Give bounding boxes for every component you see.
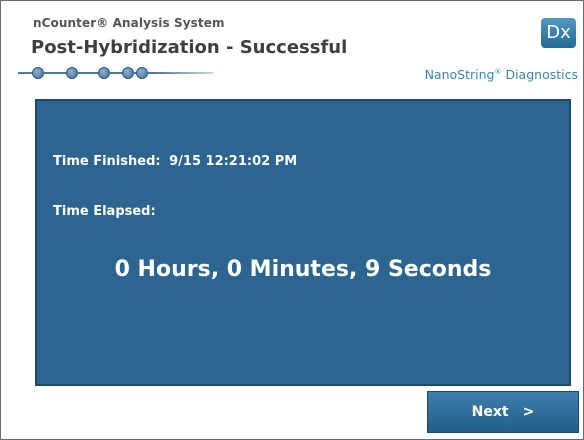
progress-indicator [18,64,213,82]
dx-logo: Dx [541,18,576,48]
page-title: Post-Hybridization - Successful [31,37,348,58]
brand-name: NanoString® Diagnostics [425,67,578,82]
progress-step-3 [98,67,110,79]
system-name: nCounter® Analysis System [33,16,225,30]
next-button-label: Next [471,404,509,420]
app-frame: nCounter® Analysis System Post-Hybridiza… [0,0,584,440]
time-elapsed-value: 0 Hours, 0 Minutes, 9 Seconds [114,257,492,282]
next-button[interactable]: Next > [427,391,579,433]
time-finished-value: 9/15 12:21:02 PM [169,154,298,169]
progress-step-2 [66,67,78,79]
progress-step-1 [32,67,44,79]
brand-name-text: NanoString [424,67,495,82]
chevron-right-icon: > [522,404,535,420]
progress-line [18,72,213,74]
progress-step-4 [122,67,134,79]
time-finished: Time Finished: 9/15 12:21:02 PM [53,154,297,169]
time-elapsed-label: Time Elapsed: [53,204,156,219]
progress-step-5 [136,67,148,79]
brand-reg-mark: ® [494,67,502,76]
status-panel: Time Finished: 9/15 12:21:02 PM Time Ela… [35,99,571,386]
time-finished-label: Time Finished: [53,154,161,169]
brand-division: Diagnostics [505,67,578,82]
